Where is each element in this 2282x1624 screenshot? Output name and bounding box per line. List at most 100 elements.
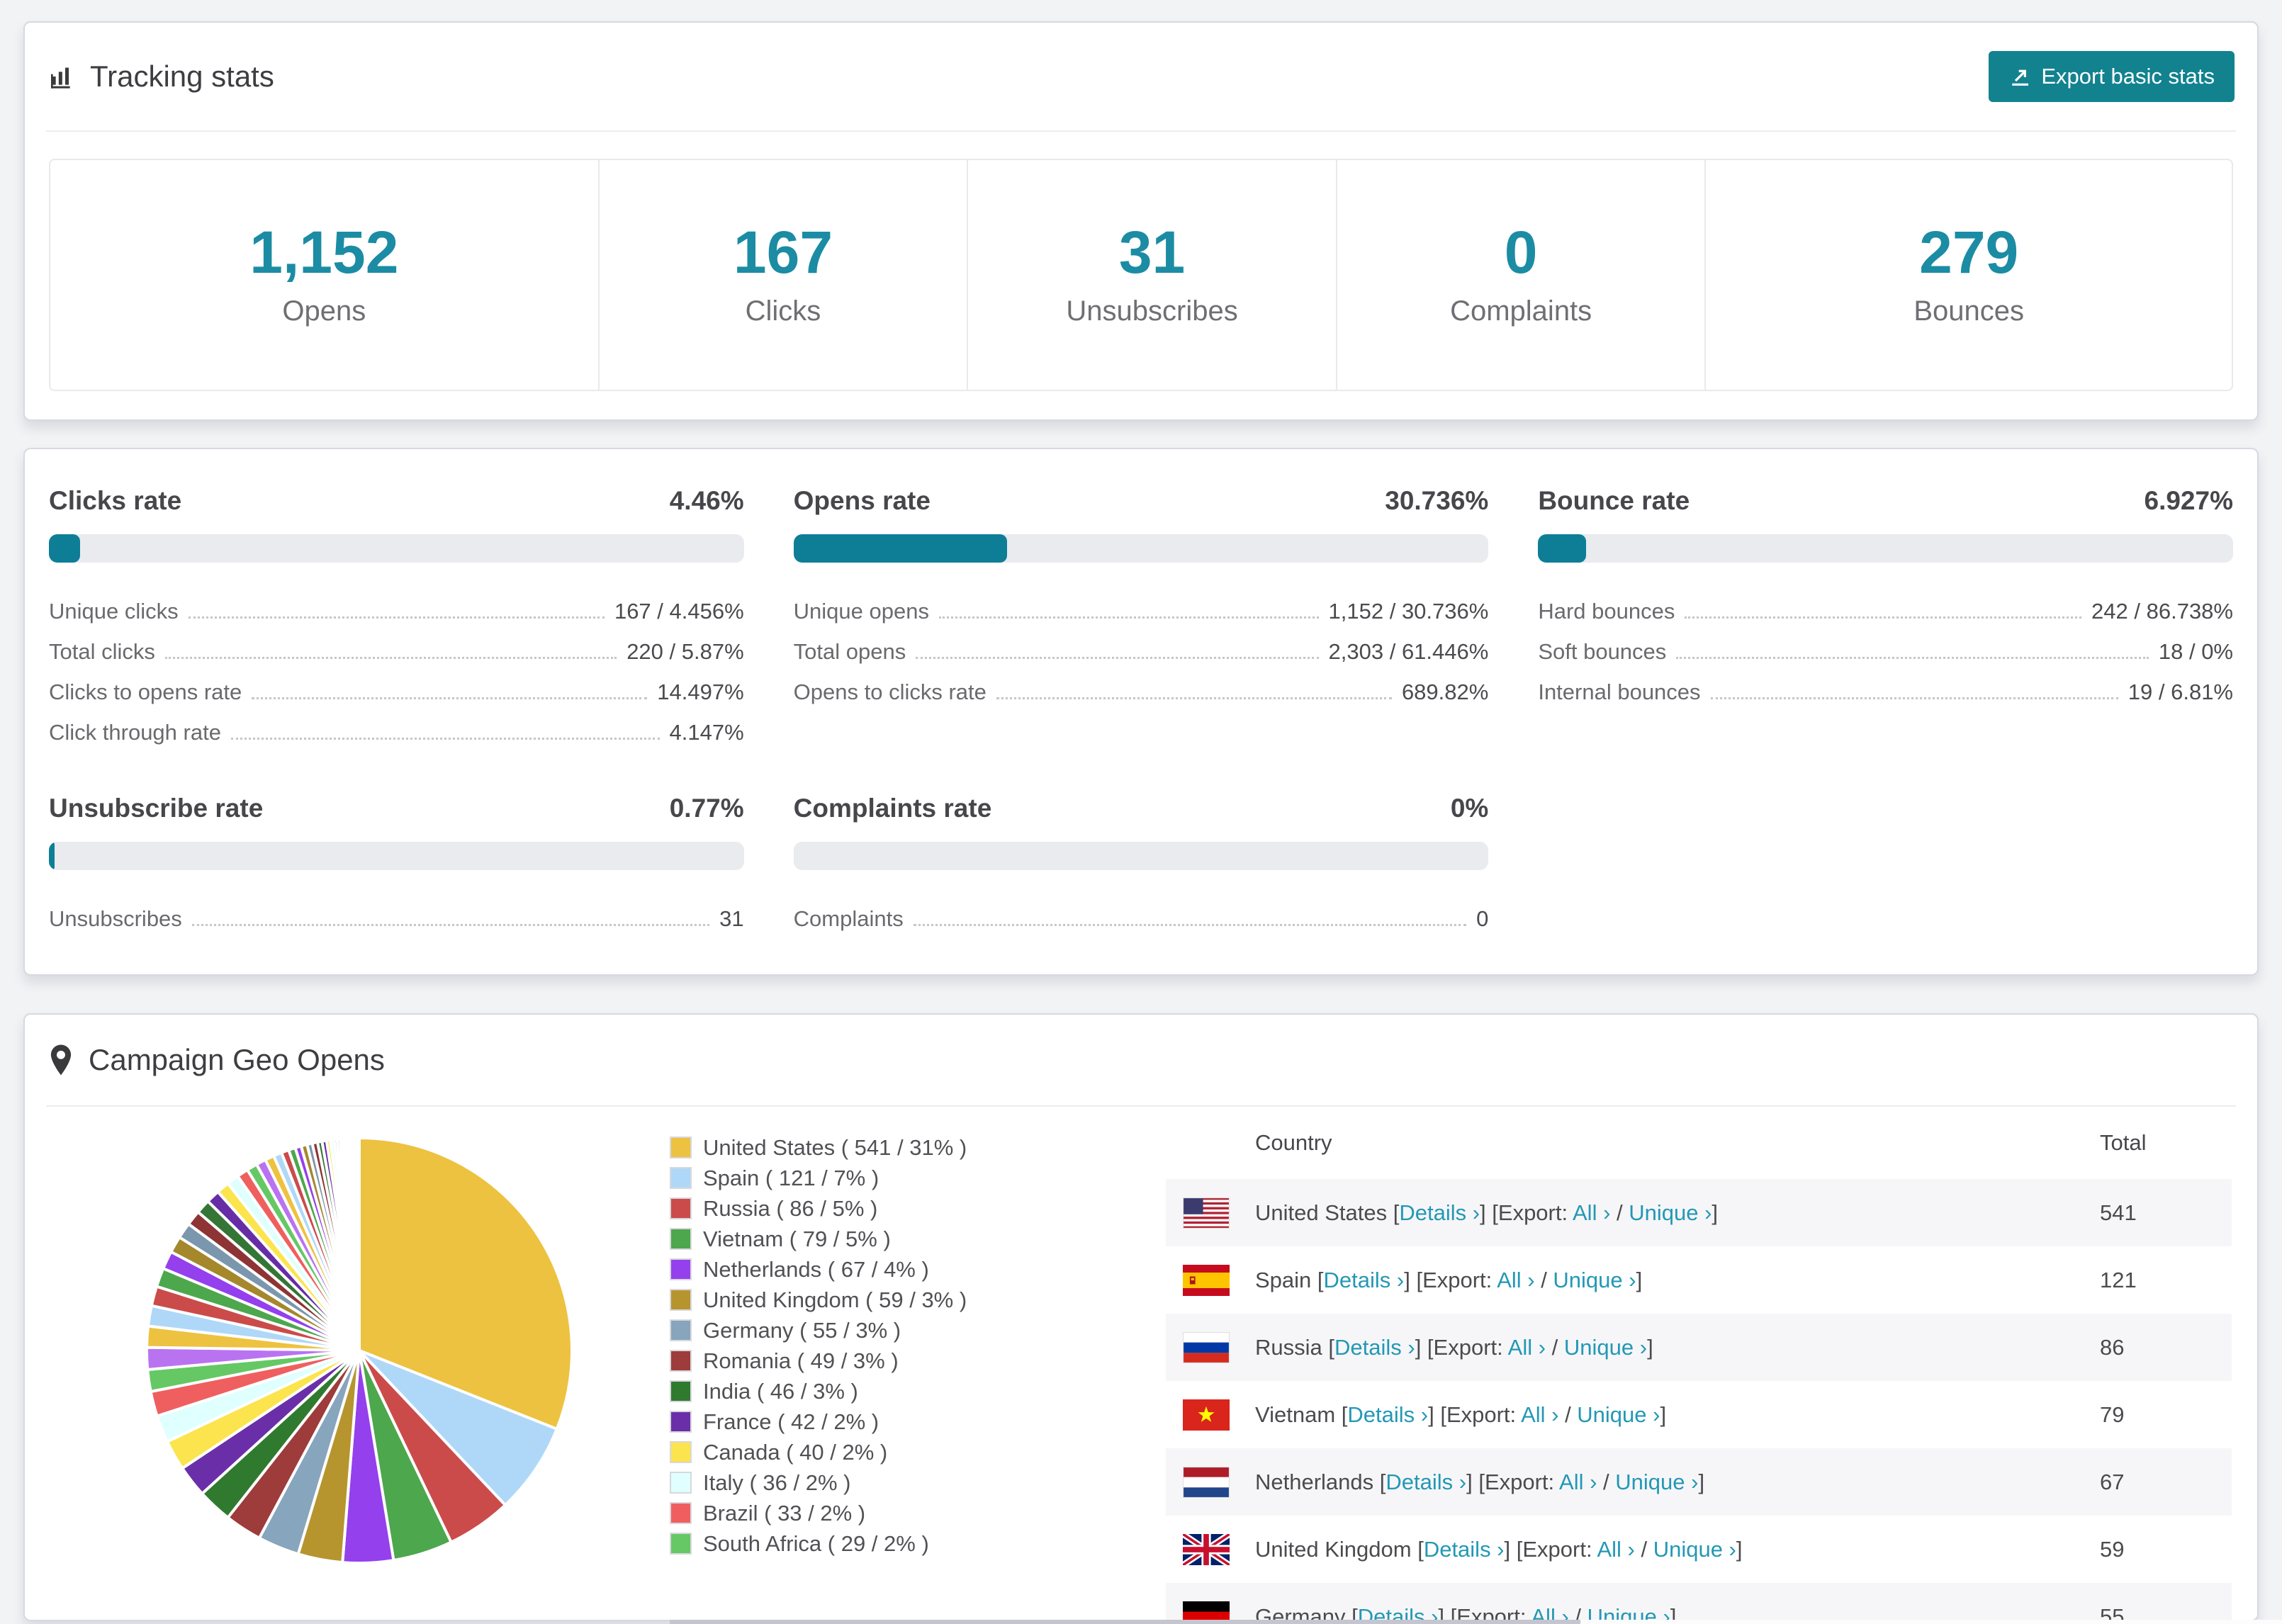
export-all-link[interactable]: All › — [1597, 1537, 1634, 1562]
export-unique-link[interactable]: Unique › — [1653, 1537, 1736, 1562]
tracking-stats-card: Tracking stats Export basic stats 1,152 O… — [23, 21, 2259, 421]
export-unique-link[interactable]: Unique › — [1587, 1604, 1670, 1620]
detail-label: Unique opens — [793, 599, 929, 624]
legend-swatch — [670, 1289, 692, 1311]
stat-value: 1,152 — [249, 219, 399, 286]
country-name: United States — [1255, 1200, 1388, 1225]
details-link[interactable]: Details › — [1386, 1470, 1466, 1494]
export-all-link[interactable]: All › — [1497, 1268, 1534, 1292]
rate-progress-bar — [49, 534, 744, 563]
detail-label: Soft bounces — [1538, 639, 1667, 664]
legend-label: Italy ( 36 / 2% ) — [703, 1470, 851, 1495]
legend-item: Vietnam ( 79 / 5% ) — [670, 1224, 1095, 1254]
geo-pie-chart — [133, 1124, 586, 1577]
legend-swatch — [670, 1258, 692, 1280]
country-name: Russia — [1255, 1334, 1322, 1360]
details-link[interactable]: Details › — [1324, 1268, 1405, 1292]
dotted-leader — [1676, 657, 2149, 659]
dotted-leader — [1710, 697, 2118, 699]
geo-legend: United States ( 541 / 31% ) Spain ( 121 /… — [670, 1132, 1095, 1559]
geo-header: Campaign Geo Opens — [25, 1015, 2257, 1105]
country-cell: Vietnam [Details ›] [Export: All › / Uni… — [1255, 1402, 1667, 1427]
stat-value: 31 — [1118, 219, 1186, 286]
country-cell: Germany [Details ›] [Export: All › / Uni… — [1255, 1604, 2100, 1620]
legend-item: India ( 46 / 3% ) — [670, 1376, 1095, 1406]
stat-label: Complaints — [1450, 295, 1592, 327]
details-link[interactable]: Details › — [1399, 1200, 1480, 1225]
rate-title: Opens rate — [793, 486, 931, 515]
export-unique-link[interactable]: Unique › — [1564, 1335, 1647, 1360]
rate-detail-rows: Unique opens 1,152 / 30.736% Total opens 2,… — [794, 587, 1489, 708]
detail-value: 14.497% — [657, 680, 744, 704]
rate-progress-bar — [1538, 534, 2233, 563]
legend-label: Russia ( 86 / 5% ) — [703, 1195, 878, 1221]
rate-value: 0.77% — [669, 794, 744, 823]
legend-swatch — [670, 1411, 692, 1433]
legend-label: France ( 42 / 2% ) — [703, 1409, 879, 1434]
stat-value: 0 — [1504, 219, 1538, 286]
legend-item: Canada ( 40 / 2% ) — [670, 1437, 1095, 1467]
detail-label: Clicks to opens rate — [49, 680, 242, 704]
details-link[interactable]: Details › — [1424, 1537, 1505, 1562]
details-link[interactable]: Details › — [1347, 1402, 1428, 1427]
geo-section-title: Campaign Geo Opens — [89, 1043, 385, 1076]
table-row-gb: United Kingdom [Details ›] [Export: All … — [1166, 1516, 2232, 1583]
stat-label: Opens — [282, 295, 366, 327]
dotted-leader — [938, 616, 1319, 619]
legend-swatch — [670, 1137, 692, 1158]
rate-title: Complaints rate — [793, 794, 992, 823]
rates-card: Clicks rate 4.46% Unique clicks 167 / 4.456… — [23, 448, 2259, 976]
rate-head: Clicks rate 4.46% — [49, 486, 744, 516]
table-row-ru: Russia [Details ›] [Export: All › / Uniq… — [1166, 1314, 2232, 1381]
geo-country-table: Country Total United States [Details ›] … — [1166, 1107, 2232, 1620]
export-all-link[interactable]: All › — [1559, 1470, 1597, 1494]
export-all-link[interactable]: All › — [1573, 1200, 1610, 1225]
details-link[interactable]: Details › — [1358, 1604, 1439, 1620]
detail-row: Total opens 2,303 / 61.446% — [794, 627, 1489, 667]
export-label: Export: — [1422, 1267, 1497, 1292]
rate-detail-rows: Unique clicks 167 / 4.456% Total clicks 220… — [49, 587, 744, 748]
export-all-link[interactable]: All › — [1508, 1335, 1546, 1360]
export-basic-stats-button[interactable]: Export basic stats — [1989, 51, 2235, 102]
detail-label: Complaints — [793, 906, 904, 931]
export-unique-link[interactable]: Unique › — [1629, 1200, 1712, 1225]
legend-item: United Kingdom ( 59 / 3% ) — [670, 1285, 1095, 1315]
dotted-leader — [252, 697, 648, 699]
rate-detail-rows: Complaints 0 — [794, 894, 1489, 935]
legend-label: South Africa ( 29 / 2% ) — [703, 1530, 929, 1556]
legend-item: France ( 42 / 2% ) — [670, 1406, 1095, 1437]
dotted-leader — [164, 657, 617, 659]
legend-label: United States ( 541 / 31% ) — [703, 1134, 967, 1160]
map-pin-icon — [47, 1044, 74, 1076]
details-link[interactable]: Details › — [1334, 1335, 1415, 1360]
legend-label: Vietnam ( 79 / 5% ) — [703, 1226, 891, 1251]
stat-cell-unsubscribes: 31 Unsubscribes — [967, 160, 1336, 390]
export-arrow-icon — [2012, 69, 2029, 86]
rate-progress-bar — [793, 842, 1489, 870]
legend-swatch — [670, 1533, 692, 1555]
country-cell: United States [Details ›] [Export: All ›… — [1255, 1200, 1719, 1225]
stat-label: Unsubscribes — [1066, 295, 1238, 327]
detail-row: Total clicks 220 / 5.87% — [49, 627, 744, 667]
rate-progress-fill — [793, 534, 1008, 563]
legend-item: Netherlands ( 67 / 4% ) — [670, 1254, 1095, 1285]
export-all-link[interactable]: All › — [1531, 1604, 1568, 1620]
total-cell: 86 — [2100, 1334, 2125, 1360]
rate-block-complaints: Complaints rate 0% Complaints 0 — [793, 794, 1489, 935]
export-unique-link[interactable]: Unique › — [1615, 1470, 1698, 1494]
stat-value: 279 — [1919, 219, 2019, 286]
dotted-leader — [913, 924, 1467, 926]
stat-cell-bounces: 279 Bounces — [1704, 160, 2232, 390]
detail-label: Total clicks — [49, 639, 155, 664]
vn-flag-icon — [1183, 1399, 1230, 1431]
legend-label: United Kingdom ( 59 / 3% ) — [703, 1287, 967, 1312]
us-flag-icon — [1183, 1197, 1230, 1229]
detail-label: Opens to clicks rate — [793, 680, 987, 704]
export-unique-link[interactable]: Unique › — [1553, 1268, 1636, 1292]
stats-summary-box: 1,152 Opens 167 Clicks 31 Unsubscribes 0 Compla… — [49, 159, 2233, 391]
export-all-link[interactable]: All › — [1521, 1402, 1558, 1427]
table-row-us: United States [Details ›] [Export: All ›… — [1166, 1179, 2232, 1246]
horizontal-scrollbar-thumb[interactable] — [670, 1620, 1580, 1624]
export-unique-link[interactable]: Unique › — [1577, 1402, 1660, 1427]
geo-content: United States ( 541 / 31% ) Spain ( 121 /… — [25, 1107, 2257, 1620]
